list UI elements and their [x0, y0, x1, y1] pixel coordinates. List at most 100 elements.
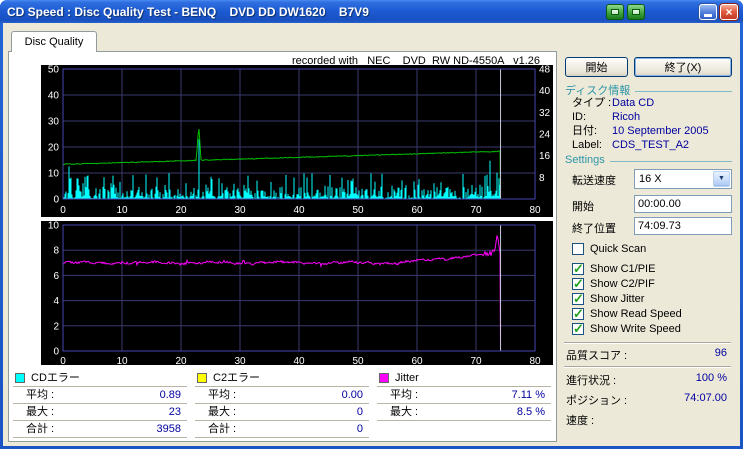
svg-text:60: 60	[411, 205, 423, 216]
chevron-down-icon[interactable]: ▼	[713, 171, 730, 187]
stat-group: CDエラー 平均 : 0.89 最大 : 23 合計 : 3958	[13, 370, 187, 438]
start-position-label: 開始	[572, 201, 594, 213]
stat-group-title: C2エラー	[213, 372, 261, 384]
quality-chart: 0 10 20 30 40 50 8 16 24 32 40 48 0 10 20 30 40 50 60 70 80	[41, 65, 553, 217]
svg-text:40: 40	[48, 91, 60, 102]
svg-text:16: 16	[539, 151, 551, 162]
stat-group-header: Jitter	[377, 370, 551, 387]
stat-label: 最大 :	[390, 406, 419, 418]
svg-text:2: 2	[53, 321, 59, 332]
settings-header: Settings	[565, 154, 732, 166]
header-rule	[635, 90, 732, 92]
disc-glyph	[632, 8, 640, 15]
stat-group-header: CDエラー	[13, 370, 187, 387]
disc-info-label: 日付:	[572, 125, 598, 137]
disc-info: タイプ :Data CD ID: Ricoh 日付: 10 September 2005…	[572, 96, 732, 152]
svg-text:8: 8	[539, 173, 545, 184]
titlebar-green-icon-2[interactable]	[627, 3, 645, 20]
titlebar[interactable]: CD Speed : Disc Quality Test - BENQ DVD …	[0, 0, 743, 23]
svg-text:24: 24	[539, 130, 551, 141]
stat-label: 平均 :	[208, 389, 237, 401]
status-row: 速度 :	[566, 412, 727, 432]
speed-value: 16 X	[639, 173, 662, 185]
stat-row: 最大 : 8.5 %	[377, 404, 551, 421]
speed-combobox[interactable]: 16 X ▼	[634, 169, 732, 189]
svg-text:10: 10	[48, 221, 60, 232]
svg-text:30: 30	[234, 205, 246, 216]
disc-info-row: ID: Ricoh	[572, 110, 732, 124]
disc-info-value: CDS_TEST_A2	[612, 139, 690, 151]
jitter-chart: 0 2 4 6 8 10 0 10 20 30 40 50 60 70 80	[41, 221, 553, 365]
svg-text:20: 20	[175, 205, 187, 216]
checkbox-quick-scan[interactable]: Quick Scan	[572, 241, 732, 256]
stat-group-title: Jitter	[395, 372, 419, 384]
disc-info-label: Label:	[572, 139, 602, 151]
checkbox-box[interactable]	[572, 261, 584, 277]
status-row: ポジション : 74:07.00	[566, 392, 727, 412]
svg-text:40: 40	[539, 86, 551, 97]
stat-group-header: C2エラー	[195, 370, 369, 387]
statistics: CDエラー 平均 : 0.89 最大 : 23 合計 : 3958 C2エラー 平均 : 0.00…	[13, 370, 551, 438]
checkbox-box[interactable]	[572, 276, 584, 292]
stat-value: 23	[168, 406, 181, 418]
svg-text:40: 40	[293, 205, 305, 216]
close-button[interactable]: ×	[720, 3, 738, 20]
svg-text:80: 80	[529, 205, 541, 216]
stat-group-title: CDエラー	[31, 372, 80, 384]
svg-text:4: 4	[53, 296, 59, 307]
disc-info-value: Data CD	[612, 97, 655, 109]
checkbox-show-c1-pie[interactable]: Show C1/PIE	[572, 261, 732, 277]
settings-header-label: Settings	[565, 154, 605, 166]
checkbox-show-c2-pif[interactable]: Show C2/PIF	[572, 276, 732, 292]
checkbox-box[interactable]	[572, 306, 584, 322]
disc-glyph	[611, 8, 619, 15]
client-area: Disc Quality recorded with _NEC DVD_RW N…	[3, 23, 740, 446]
disc-info-value: 10 September 2005	[612, 125, 709, 137]
checkbox-box[interactable]	[572, 242, 584, 255]
checkbox-label: Show Read Speed	[590, 307, 682, 320]
svg-text:32: 32	[539, 108, 551, 119]
speed-label: 転送速度	[572, 175, 616, 187]
end-position-input[interactable]	[634, 217, 732, 235]
checkbox-show-jitter[interactable]: Show Jitter	[572, 291, 732, 307]
end-position-label: 終了位置	[572, 223, 616, 235]
svg-text:50: 50	[352, 356, 364, 365]
svg-text:0: 0	[60, 356, 66, 365]
separator	[564, 342, 731, 344]
disc-info-row: 日付: 10 September 2005	[572, 124, 732, 138]
svg-text:20: 20	[175, 356, 187, 365]
status-label: ポジション :	[566, 395, 628, 407]
minimize-button[interactable]	[699, 3, 717, 20]
stat-row: 平均 : 0.00	[195, 387, 369, 404]
svg-text:30: 30	[48, 117, 60, 128]
stat-label: 最大 :	[26, 406, 55, 418]
exit-button[interactable]: 終了(X)	[634, 57, 732, 77]
stat-value: 7.11 %	[511, 389, 545, 401]
svg-text:80: 80	[529, 356, 541, 365]
stat-row: 最大 : 0	[195, 404, 369, 421]
svg-text:6: 6	[53, 271, 59, 282]
titlebar-green-icon-1[interactable]	[606, 3, 624, 20]
checkbox-label: Quick Scan	[590, 242, 647, 255]
svg-text:8: 8	[53, 246, 59, 257]
svg-text:0: 0	[53, 347, 59, 358]
svg-text:0: 0	[53, 195, 59, 206]
stat-value: 0.00	[341, 389, 363, 401]
start-button[interactable]: 開始	[565, 57, 628, 77]
status-row: 進行状況 : 100 %	[566, 372, 727, 392]
svg-text:10: 10	[116, 356, 128, 365]
svg-text:70: 70	[470, 205, 482, 216]
tab-disc-quality[interactable]: Disc Quality	[11, 31, 97, 52]
checkbox-show-write-speed[interactable]: Show Write Speed	[572, 321, 732, 337]
legend-swatch	[379, 373, 389, 383]
start-position-input[interactable]	[634, 195, 732, 213]
disc-info-row: Label: CDS_TEST_A2	[572, 138, 732, 152]
checkbox-box[interactable]	[572, 321, 584, 337]
separator	[564, 366, 731, 368]
control-panel: 開始 終了(X) ディスク情報 タイプ :Data CD ID: Ricoh 日付: 1…	[560, 51, 735, 444]
checkbox-show-read-speed[interactable]: Show Read Speed	[572, 306, 732, 322]
window-title: CD Speed : Disc Quality Test - BENQ DVD …	[7, 4, 369, 19]
stat-label: 合計 :	[208, 423, 237, 435]
checkbox-box[interactable]	[572, 291, 584, 307]
stat-label: 最大 :	[208, 406, 237, 418]
